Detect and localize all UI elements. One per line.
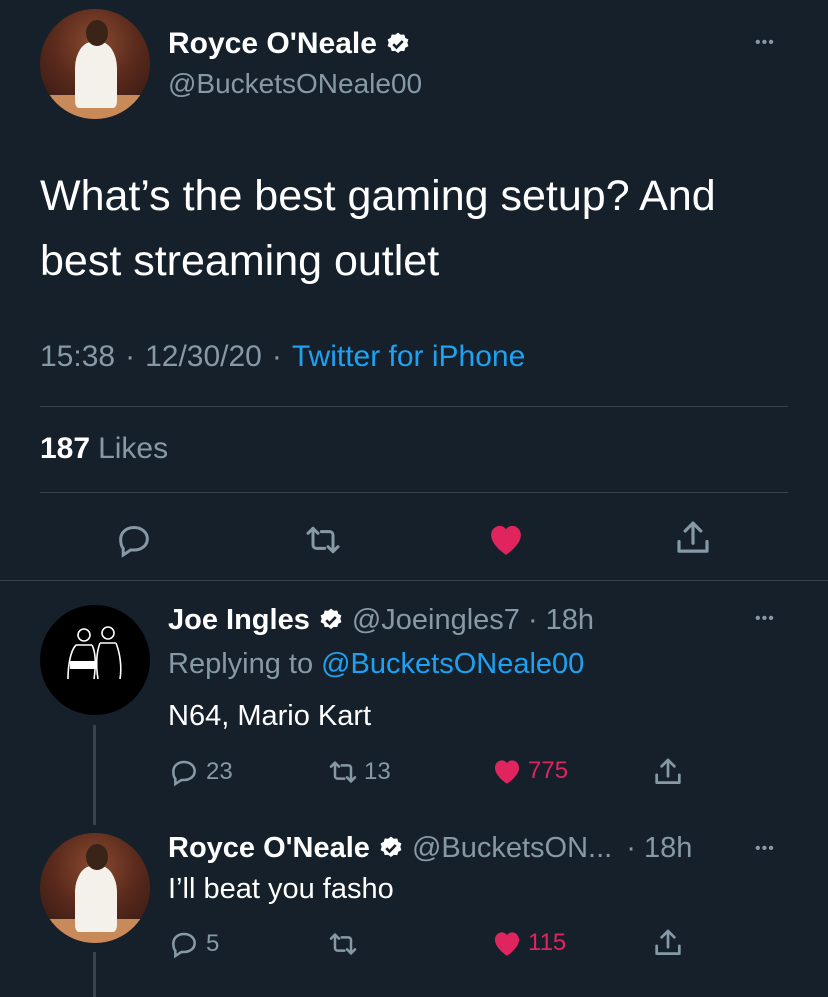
thread-connector-line — [93, 725, 96, 825]
reply-age: · 18h — [527, 603, 595, 636]
verified-badge-icon — [378, 835, 404, 861]
author-handle[interactable]: @BucketsONeale00 — [168, 68, 422, 100]
share-icon — [677, 521, 709, 553]
reply-icon — [172, 932, 196, 959]
reply-icon — [172, 760, 196, 787]
tweet-source-link[interactable]: Twitter for iPhone — [292, 340, 525, 374]
like-button[interactable] — [485, 518, 527, 560]
meta-separator: · — [125, 340, 136, 373]
reply-count: 5 — [206, 930, 220, 957]
tweet-time: 15:38 — [40, 340, 116, 373]
likes-label: Likes — [98, 432, 169, 465]
avatar-photo-body — [75, 866, 117, 932]
verified-badge-icon — [385, 31, 411, 57]
like-button[interactable]: 775 — [490, 754, 568, 788]
reply-author-avatar[interactable] — [40, 605, 150, 715]
avatar-photo-body — [75, 42, 117, 108]
reply-button[interactable] — [114, 520, 154, 560]
retweet-button[interactable] — [326, 928, 360, 965]
meta-separator: · — [271, 340, 282, 373]
heart-filled-icon — [491, 525, 521, 555]
share-icon — [655, 758, 681, 784]
reply-text: I’ll beat you fasho — [168, 873, 394, 905]
share-button[interactable] — [651, 755, 685, 794]
reply-icon — [119, 525, 149, 558]
thread-connector-line — [93, 952, 96, 997]
share-button[interactable] — [651, 926, 685, 965]
replying-to-label: Replying to — [168, 648, 314, 680]
verified-badge-icon — [318, 607, 344, 633]
author-avatar[interactable] — [40, 9, 150, 119]
divider — [40, 406, 788, 407]
share-button[interactable] — [672, 517, 714, 559]
more-options-icon[interactable]: ••• — [755, 840, 775, 858]
heart-filled-icon — [494, 760, 520, 784]
retweet-icon — [329, 761, 357, 783]
divider — [40, 492, 788, 493]
retweet-icon — [329, 933, 357, 955]
reply-author-name[interactable]: Joe Ingles — [168, 604, 310, 637]
heart-filled-icon — [494, 932, 520, 956]
like-count: 115 — [528, 929, 567, 956]
likes-count: 187 — [40, 432, 91, 465]
avatar-logo-figures — [67, 626, 122, 680]
more-options-icon[interactable]: ••• — [755, 610, 775, 628]
reply-button[interactable]: 23 — [168, 756, 233, 788]
likes-count-link[interactable]: 187 Likes — [40, 432, 168, 466]
reply-age: · 18h — [626, 831, 693, 864]
tweet-text-line-1: What’s the best gaming setup? And — [40, 172, 716, 220]
reply-author-avatar[interactable] — [40, 833, 150, 943]
share-icon — [655, 929, 681, 955]
retweet-button[interactable]: 13 — [326, 756, 391, 788]
reply-author-handle[interactable]: @BucketsON... — [412, 832, 612, 865]
reply-author-name[interactable]: Royce O'Neale — [168, 832, 370, 865]
reply-author-handle[interactable]: @Joeingles7 — [352, 604, 520, 637]
retweet-icon — [306, 526, 340, 554]
reply-button[interactable]: 5 — [168, 928, 219, 960]
retweet-count: 13 — [364, 758, 391, 785]
like-button[interactable]: 115 — [490, 926, 566, 960]
tweet-date: 12/30/20 — [145, 340, 262, 373]
divider — [0, 580, 828, 581]
tweet-text-line-2: best streaming outlet — [40, 237, 440, 285]
reply-text: N64, Mario Kart — [168, 700, 372, 732]
retweet-button[interactable] — [302, 520, 344, 560]
like-count: 775 — [528, 757, 569, 784]
more-options-icon[interactable]: ••• — [755, 34, 775, 52]
reply-count: 23 — [206, 758, 233, 785]
author-name[interactable]: Royce O'Neale — [168, 27, 377, 61]
replying-to-handle[interactable]: @BucketsONeale00 — [321, 648, 584, 681]
